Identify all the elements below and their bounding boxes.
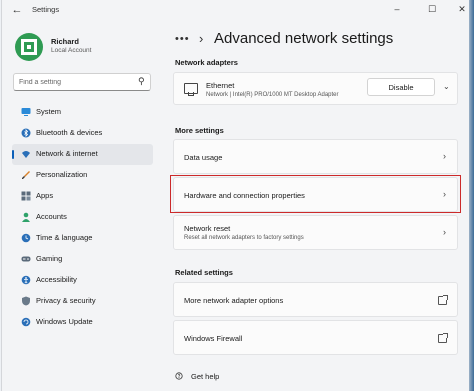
person-icon	[22, 212, 30, 222]
chevron-right-icon: ›	[199, 31, 204, 46]
avatar[interactable]	[15, 33, 43, 61]
search-box[interactable]: ⚲	[13, 73, 151, 91]
sidebar-item-accessibility[interactable]: Accessibility	[12, 270, 153, 291]
card-title: Hardware and connection properties	[184, 191, 305, 200]
chevron-right-icon: ›	[443, 189, 446, 199]
card-title: Data usage	[184, 153, 223, 162]
sidebar-item-accounts[interactable]: Accounts	[12, 207, 153, 228]
apps-icon	[21, 191, 31, 201]
sidebar-item-label: Accessibility	[36, 275, 77, 284]
account-type: Local Account	[51, 47, 92, 54]
globe-clock-icon	[21, 233, 31, 243]
adapter-name: Ethernet	[206, 81, 235, 90]
accessibility-icon	[21, 275, 31, 285]
settings-window: ← Settings – ☐ ✕ Richard Local Account ⚲…	[1, 0, 470, 391]
hardware-connection-properties-card[interactable]: Hardware and connection properties ›	[173, 177, 458, 212]
sidebar-item-network[interactable]: Network & internet	[12, 144, 153, 165]
monitor-icon	[21, 108, 31, 116]
sidebar-item-system[interactable]: System	[12, 102, 153, 123]
disable-button[interactable]: Disable	[367, 78, 435, 96]
user-name: Richard	[51, 37, 79, 46]
breadcrumb-overflow[interactable]: •••	[175, 33, 190, 45]
shield-icon	[22, 296, 30, 306]
minimize-icon[interactable]: –	[387, 2, 407, 16]
section-heading-related-settings: Related settings	[175, 268, 233, 277]
sidebar-item-label: Privacy & security	[36, 296, 96, 305]
sidebar-item-label: Apps	[36, 191, 54, 200]
sidebar-nav: System Bluetooth & devices Network & int…	[12, 102, 153, 333]
section-heading-network-adapters: Network adapters	[175, 58, 238, 67]
open-external-icon	[438, 333, 448, 343]
maximize-icon[interactable]: ☐	[422, 2, 442, 16]
sidebar-item-label: Gaming	[36, 254, 63, 263]
card-subtitle: Reset all network adapters to factory se…	[184, 235, 304, 241]
sidebar-item-apps[interactable]: Apps	[12, 186, 153, 207]
sidebar-item-time-language[interactable]: Time & language	[12, 228, 153, 249]
chevron-right-icon: ›	[443, 151, 446, 161]
network-reset-card[interactable]: Network reset Reset all network adapters…	[173, 215, 458, 250]
sidebar-item-label: Windows Update	[36, 317, 93, 326]
data-usage-card[interactable]: Data usage ›	[173, 139, 458, 174]
title-bar: ← Settings – ☐ ✕	[2, 0, 469, 20]
help-icon[interactable]	[175, 372, 183, 380]
update-icon	[21, 317, 31, 327]
more-network-adapter-options-card[interactable]: More network adapter options	[173, 282, 458, 317]
get-help-link[interactable]: Get help	[191, 372, 219, 381]
sidebar-item-label: System	[36, 107, 62, 116]
sidebar-item-windows-update[interactable]: Windows Update	[12, 312, 153, 333]
wifi-icon	[22, 151, 30, 158]
gamepad-icon	[21, 256, 31, 262]
open-external-icon	[438, 295, 448, 305]
card-title: More network adapter options	[184, 296, 284, 305]
sidebar-item-label: Time & language	[36, 233, 93, 242]
section-heading-more-settings: More settings	[175, 126, 224, 135]
sidebar-item-personalization[interactable]: Personalization	[12, 165, 153, 186]
search-input[interactable]	[19, 77, 129, 88]
windows-firewall-card[interactable]: Windows Firewall	[173, 320, 458, 355]
back-arrow-icon[interactable]: ←	[10, 3, 24, 17]
chevron-right-icon: ›	[443, 227, 446, 237]
ethernet-adapter-card[interactable]: Ethernet Network | Intel(R) PRO/1000 MT …	[173, 72, 458, 105]
card-title: Network reset	[184, 224, 231, 233]
desktop-edge	[469, 0, 474, 391]
brush-icon	[22, 171, 30, 179]
chevron-down-icon[interactable]: ⌄	[443, 82, 450, 91]
adapter-description: Network | Intel(R) PRO/1000 MT Desktop A…	[206, 92, 339, 98]
sidebar-item-label: Personalization	[36, 170, 88, 179]
sidebar-item-label: Accounts	[36, 212, 67, 221]
sidebar-item-privacy[interactable]: Privacy & security	[12, 291, 153, 312]
search-icon[interactable]: ⚲	[138, 76, 145, 87]
app-title: Settings	[32, 5, 60, 14]
sidebar-item-bluetooth[interactable]: Bluetooth & devices	[12, 123, 153, 144]
sidebar-item-label: Network & internet	[36, 149, 98, 158]
close-icon[interactable]: ✕	[452, 2, 469, 16]
sidebar-item-gaming[interactable]: Gaming	[12, 249, 153, 270]
ethernet-icon	[184, 83, 198, 96]
page-title: Advanced network settings	[214, 30, 394, 47]
card-title: Windows Firewall	[184, 334, 243, 343]
sidebar-item-label: Bluetooth & devices	[36, 128, 103, 137]
bluetooth-icon	[21, 128, 31, 138]
